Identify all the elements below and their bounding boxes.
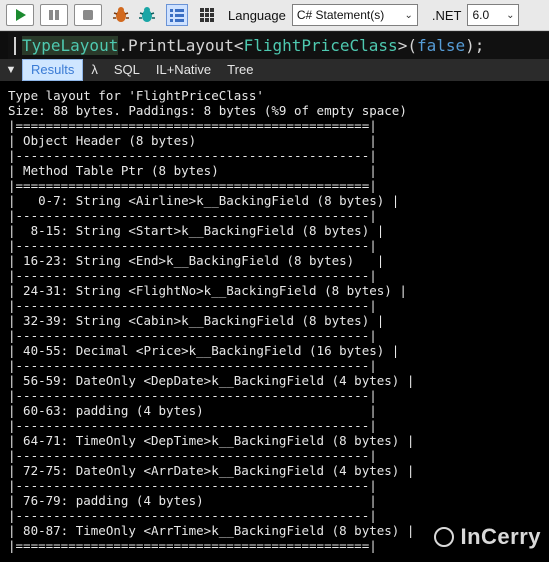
output-line: | 80-87: TimeOnly <ArrTime>k__BackingFie… bbox=[8, 523, 415, 538]
tab-tree[interactable]: Tree bbox=[219, 59, 261, 81]
watermark-logo-icon bbox=[434, 527, 455, 547]
grid-icon bbox=[170, 9, 184, 22]
debug-button[interactable] bbox=[110, 4, 132, 26]
output-line: | Object Header (8 bytes) | bbox=[8, 133, 377, 148]
output-line: |---------------------------------------… bbox=[8, 388, 377, 403]
code-editor[interactable]: TypeLayout.PrintLayout<FlightPriceClass>… bbox=[0, 31, 549, 60]
output-line: | 60-63: padding (4 bytes) | bbox=[8, 403, 377, 418]
pause-button[interactable] bbox=[40, 4, 68, 26]
triangle-down-icon[interactable]: ▼ bbox=[0, 64, 22, 76]
output-line: | 56-59: DateOnly <DepDate>k__BackingFie… bbox=[8, 373, 415, 388]
output-line: | Method Table Ptr (8 bytes) | bbox=[8, 163, 377, 178]
rich-text-view-button[interactable] bbox=[166, 4, 188, 26]
run-button[interactable] bbox=[6, 4, 34, 26]
output-line: |---------------------------------------… bbox=[8, 358, 377, 373]
output-line: |---------------------------------------… bbox=[8, 298, 377, 313]
language-label: Language bbox=[228, 7, 286, 23]
code-keyword: false bbox=[416, 35, 466, 55]
code-line[interactable]: TypeLayout.PrintLayout<FlightPriceClass>… bbox=[22, 35, 485, 56]
output-line: | 24-31: String <FlightNo>k__BackingFiel… bbox=[8, 283, 407, 298]
output-line: | 0-7: String <Airline>k__BackingField (… bbox=[8, 193, 400, 208]
output-line: | 40-55: Decimal <Price>k__BackingField … bbox=[8, 343, 400, 358]
code-generic-type: FlightPriceClass bbox=[243, 35, 398, 55]
output-line: |---------------------------------------… bbox=[8, 418, 377, 433]
output-line: |---------------------------------------… bbox=[8, 448, 377, 463]
output-line: Type layout for 'FlightPriceClass' bbox=[8, 88, 264, 103]
code-paren-open: >( bbox=[397, 35, 417, 55]
bug-alt-icon bbox=[139, 7, 155, 22]
toolbar: Language C# Statement(s) ⌄ .NET 6.0 ⌄ bbox=[0, 0, 549, 31]
watermark-text: InCerry bbox=[460, 524, 541, 549]
output-line: | 76-79: padding (4 bytes) | bbox=[8, 493, 377, 508]
tab-lambda[interactable]: λ bbox=[83, 59, 106, 81]
tab-sql[interactable]: SQL bbox=[106, 59, 148, 81]
editor-margin-bar bbox=[14, 36, 16, 55]
net-label: .NET bbox=[431, 7, 462, 23]
output-line: | 8-15: String <Start>k__BackingField (8… bbox=[8, 223, 385, 238]
output-line: Size: 88 bytes. Paddings: 8 bytes (%9 of… bbox=[8, 103, 407, 118]
debug-alt-button[interactable] bbox=[136, 4, 158, 26]
chevron-down-icon: ⌄ bbox=[404, 9, 413, 21]
code-type-name: TypeLayout bbox=[22, 35, 119, 55]
output-line: |---------------------------------------… bbox=[8, 328, 377, 343]
net-version-value: 6.0 bbox=[472, 8, 490, 22]
output-line: |=======================================… bbox=[8, 118, 377, 133]
output-line: |---------------------------------------… bbox=[8, 268, 377, 283]
net-version-select[interactable]: 6.0 ⌄ bbox=[467, 4, 520, 26]
language-select[interactable]: C# Statement(s) ⌄ bbox=[291, 4, 418, 26]
chevron-down-icon: ⌄ bbox=[506, 9, 515, 21]
watermark: InCerry bbox=[434, 524, 541, 550]
tab-il-native[interactable]: IL+Native bbox=[148, 59, 219, 81]
bug-icon bbox=[113, 7, 129, 22]
output-line: |---------------------------------------… bbox=[8, 508, 377, 523]
stop-button[interactable] bbox=[74, 4, 102, 26]
output-line: |---------------------------------------… bbox=[8, 238, 377, 253]
editor-gutter bbox=[0, 32, 8, 59]
tab-results[interactable]: Results bbox=[22, 59, 84, 81]
play-icon bbox=[16, 9, 26, 21]
output-line: | 72-75: DateOnly <ArrDate>k__BackingFie… bbox=[8, 463, 415, 478]
stop-icon bbox=[83, 10, 93, 20]
table-icon bbox=[200, 8, 214, 22]
output-line: |=======================================… bbox=[8, 178, 377, 193]
output-line: | 64-71: TimeOnly <DepTime>k__BackingFie… bbox=[8, 433, 415, 448]
results-tabs-bar: ▼ Results λ SQL IL+Native Tree bbox=[0, 59, 549, 81]
results-output[interactable]: Type layout for 'FlightPriceClass' Size: … bbox=[0, 82, 549, 562]
code-paren-close: ); bbox=[465, 35, 485, 55]
output-line: |---------------------------------------… bbox=[8, 208, 377, 223]
output-line: | 16-23: String <End>k__BackingField (8 … bbox=[8, 253, 385, 268]
output-line: |---------------------------------------… bbox=[8, 148, 377, 163]
language-value: C# Statement(s) bbox=[296, 8, 385, 22]
code-method-call: .PrintLayout< bbox=[118, 35, 244, 55]
output-line: | 32-39: String <Cabin>k__BackingField (… bbox=[8, 313, 385, 328]
output-line: |=======================================… bbox=[8, 538, 377, 553]
pause-icon bbox=[49, 10, 59, 20]
data-grid-view-button[interactable] bbox=[196, 4, 218, 26]
output-line: |---------------------------------------… bbox=[8, 478, 377, 493]
